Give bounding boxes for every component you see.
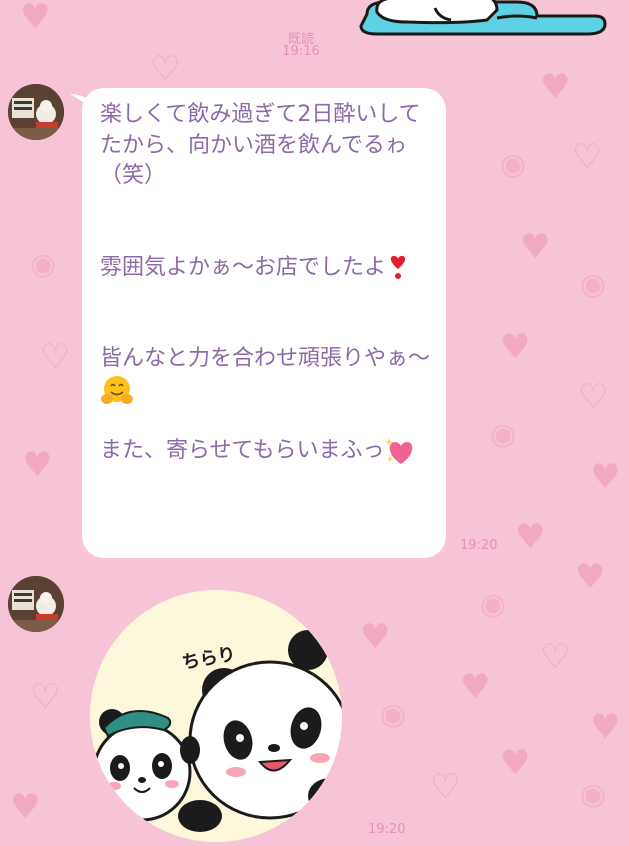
contact-avatar[interactable]	[8, 576, 64, 632]
avatar-photo-icon	[8, 576, 64, 632]
sparkling-heart-emoji	[385, 437, 413, 464]
message-text-part-2: 皆んなと力を合わせ頑張りやぁ～	[100, 346, 431, 371]
avatar-photo-icon	[8, 84, 64, 140]
heart-exclamation-emoji	[390, 255, 406, 279]
message-time: 19:20	[460, 538, 498, 553]
panda-sticker-icon: ちらり	[90, 590, 342, 842]
contact-avatar[interactable]	[8, 84, 64, 140]
message-text[interactable]: 楽しくて飲み過ぎて2日酔いしてたから、向かい酒を飲んでるゎ（笑） 雰囲気よかぁ～…	[100, 100, 430, 466]
message-text-part-3: また、寄らせてもらいまふっ	[100, 437, 385, 463]
message-time: 19:20	[368, 822, 406, 837]
panda-sticker[interactable]: ちらり	[90, 590, 342, 842]
sent-sticker[interactable]	[347, 0, 609, 40]
message-time: 19:16	[282, 44, 320, 59]
hugging-face-emoji	[101, 375, 133, 404]
message-text-part-1: 楽しくて飲み過ぎて2日酔いしてたから、向かい酒を飲んでるゎ（笑） 雰囲気よかぁ～…	[100, 102, 421, 280]
cat-sticker-cropped-icon	[359, 0, 607, 36]
